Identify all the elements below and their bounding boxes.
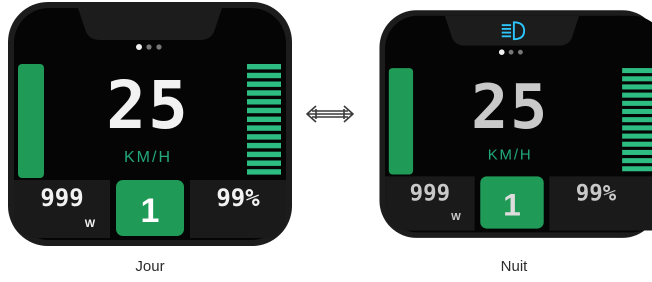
page-dot-active (136, 44, 142, 50)
speed-segment (247, 107, 281, 114)
speed-segment (622, 166, 652, 172)
assist-level-value: 1 (141, 192, 160, 230)
speed-segment (622, 117, 652, 123)
power-unit: W (85, 218, 96, 230)
display-night-screen: 25 KM/H 999 W 1 99% (379, 10, 652, 238)
page-dot (146, 44, 152, 50)
page-indicator (498, 49, 523, 55)
battery-value: 99% (216, 184, 260, 212)
speed-segment (247, 116, 281, 122)
speed-segment (622, 149, 652, 155)
page-dot (156, 44, 162, 50)
speed-segment (247, 64, 281, 70)
speed-segment (247, 142, 281, 149)
caption-night: Nuit (500, 258, 528, 275)
speed-unit: KM/H (124, 149, 172, 166)
page-dot (508, 49, 514, 55)
speed-value: 25 (106, 67, 189, 144)
speed-value: 25 (471, 71, 549, 143)
left-power-bar (18, 64, 44, 178)
left-power-bar (388, 68, 414, 175)
speed-segment (622, 68, 652, 74)
speed-segment (247, 125, 281, 131)
speed-segment (622, 125, 652, 131)
caption-day: Jour (135, 258, 165, 275)
speed-segment (247, 160, 281, 166)
speed-segment (622, 141, 652, 147)
speed-segment (622, 84, 652, 90)
page-dot (517, 49, 523, 55)
speed-segment (247, 90, 281, 96)
page-indicator (136, 44, 162, 50)
power-value: 999 (410, 181, 450, 207)
assist-level-value: 1 (503, 187, 521, 223)
display-day: 25 KM/H 999 W 1 99% (0, 0, 300, 250)
speed-segment (622, 100, 652, 106)
speed-segment (622, 92, 652, 98)
speed-segment (622, 108, 652, 114)
display-day-screen: 25 KM/H 999 W 1 99% (8, 2, 292, 246)
speed-segment (247, 151, 281, 158)
speed-segment (622, 133, 652, 139)
top-notch (444, 15, 580, 46)
page-dot-active (498, 49, 505, 55)
top-notch (78, 8, 222, 40)
double-arrow-icon (306, 105, 354, 123)
speed-unit: KM/H (488, 147, 533, 164)
display-night: 25 KM/H 999 W 1 99% (372, 0, 652, 250)
speed-segment (622, 158, 652, 164)
battery-value: 99% (576, 181, 617, 207)
speed-segment (247, 99, 281, 105)
speed-segment (247, 72, 281, 79)
speed-segment (247, 169, 281, 175)
speed-segment (247, 134, 281, 140)
power-unit: W (451, 212, 461, 223)
day-night-comparison: 25 KM/H 999 W 1 99% 25 KM/H 999 W 1 99% … (0, 0, 652, 282)
speed-segment (247, 81, 281, 87)
speed-segment (622, 76, 652, 82)
power-value: 999 (40, 184, 83, 212)
